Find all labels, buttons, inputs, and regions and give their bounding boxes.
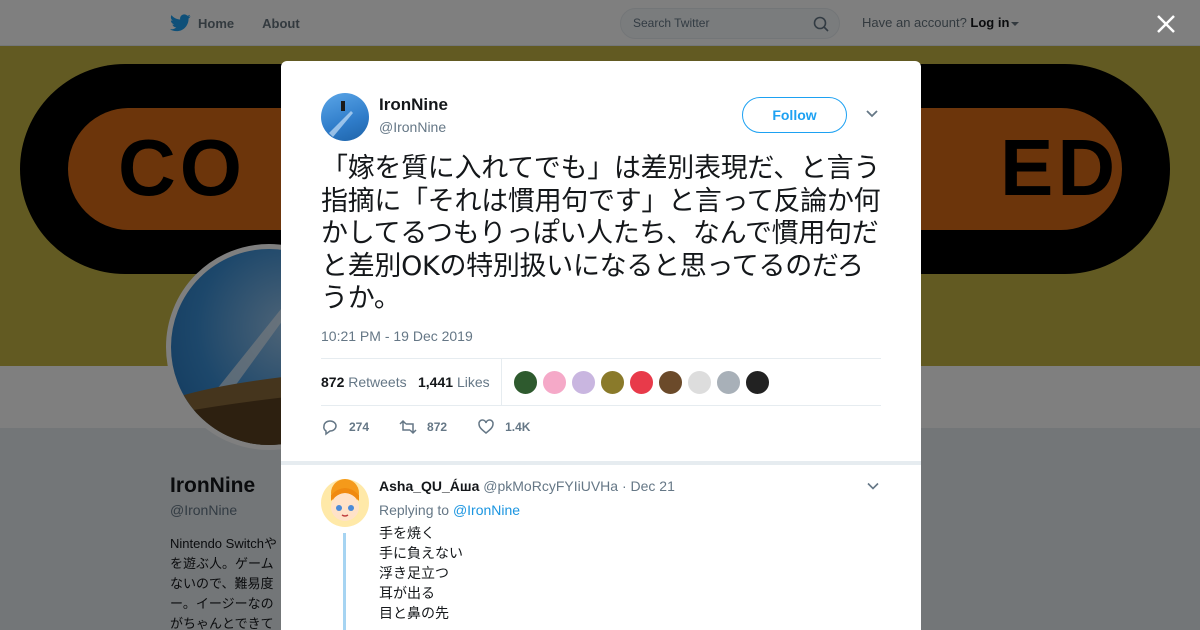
close-icon[interactable] bbox=[1152, 10, 1180, 38]
likes-stat[interactable]: 1,441 Likes bbox=[418, 374, 490, 390]
retweet-icon bbox=[399, 419, 417, 435]
like-action[interactable]: 1.4K bbox=[477, 418, 530, 436]
chevron-down-icon[interactable] bbox=[867, 482, 879, 491]
likes-label: Likes bbox=[456, 374, 490, 390]
liker-avatar[interactable] bbox=[745, 370, 770, 395]
reply-action[interactable]: 274 bbox=[321, 418, 369, 436]
chevron-down-icon[interactable] bbox=[865, 109, 879, 119]
reply-author-name[interactable]: Asha_QU_Áша bbox=[379, 478, 479, 494]
reply-count: 274 bbox=[349, 420, 370, 434]
stats-divider bbox=[501, 359, 502, 405]
follow-button[interactable]: Follow bbox=[742, 97, 847, 133]
replying-to-handle-link[interactable]: @IronNine bbox=[453, 502, 520, 518]
liker-avatar[interactable] bbox=[571, 370, 596, 395]
retweets-count: 872 bbox=[321, 374, 345, 390]
reply-header: Asha_QU_Áша @pkMoRcyFYIiUVHa · Dec 21 bbox=[379, 478, 675, 494]
liker-avatar[interactable] bbox=[542, 370, 567, 395]
heart-icon bbox=[478, 419, 494, 434]
thread-line bbox=[343, 533, 346, 630]
reply-separator bbox=[281, 461, 921, 465]
replying-to-label: Replying to bbox=[379, 502, 450, 518]
likes-count: 1,441 bbox=[418, 374, 454, 390]
reply-icon bbox=[323, 420, 337, 436]
reply-author-handle[interactable]: @pkMoRcyFYIiUVHa bbox=[483, 478, 618, 494]
liker-avatar[interactable] bbox=[513, 370, 538, 395]
tweet-actions: 274 872 1.4K bbox=[321, 417, 560, 437]
author-avatar-image bbox=[329, 101, 353, 137]
replying-to: Replying to @IronNine bbox=[379, 502, 520, 518]
retweets-label: Retweets bbox=[348, 374, 407, 390]
liker-avatars bbox=[513, 370, 774, 395]
reply-avatar-image bbox=[331, 479, 359, 521]
tweet-modal: IronNine @IronNine Follow 「嫁を質に入れてでも」は差別… bbox=[281, 61, 921, 630]
liker-avatar[interactable] bbox=[658, 370, 683, 395]
author-handle[interactable]: @IronNine bbox=[379, 119, 446, 135]
liker-avatar[interactable] bbox=[600, 370, 625, 395]
tweet-text: 「嫁を質に入れてでも」は差別表現だ、と言う指摘に「それは慣用句です」と言って反論… bbox=[321, 153, 881, 314]
reply-date[interactable]: Dec 21 bbox=[631, 478, 675, 494]
retweet-count: 872 bbox=[427, 420, 448, 434]
retweets-stat[interactable]: 872 Retweets bbox=[321, 374, 407, 390]
author-name[interactable]: IronNine bbox=[379, 95, 448, 115]
like-count: 1.4K bbox=[505, 420, 531, 434]
reply-text: 手を焼く 手に負えない 浮き足立つ 耳が出る 目と鼻の先 bbox=[379, 526, 463, 622]
retweet-action[interactable]: 872 bbox=[399, 418, 447, 436]
tweet-timestamp[interactable]: 10:21 PM - 19 Dec 2019 bbox=[321, 328, 473, 344]
reply-avatar[interactable] bbox=[321, 479, 369, 527]
liker-avatar[interactable] bbox=[629, 370, 654, 395]
liker-avatar[interactable] bbox=[716, 370, 741, 395]
liker-avatar[interactable] bbox=[687, 370, 712, 395]
author-avatar[interactable] bbox=[321, 93, 369, 141]
tweet-stats: 872 Retweets 1,441 Likes bbox=[321, 358, 881, 406]
